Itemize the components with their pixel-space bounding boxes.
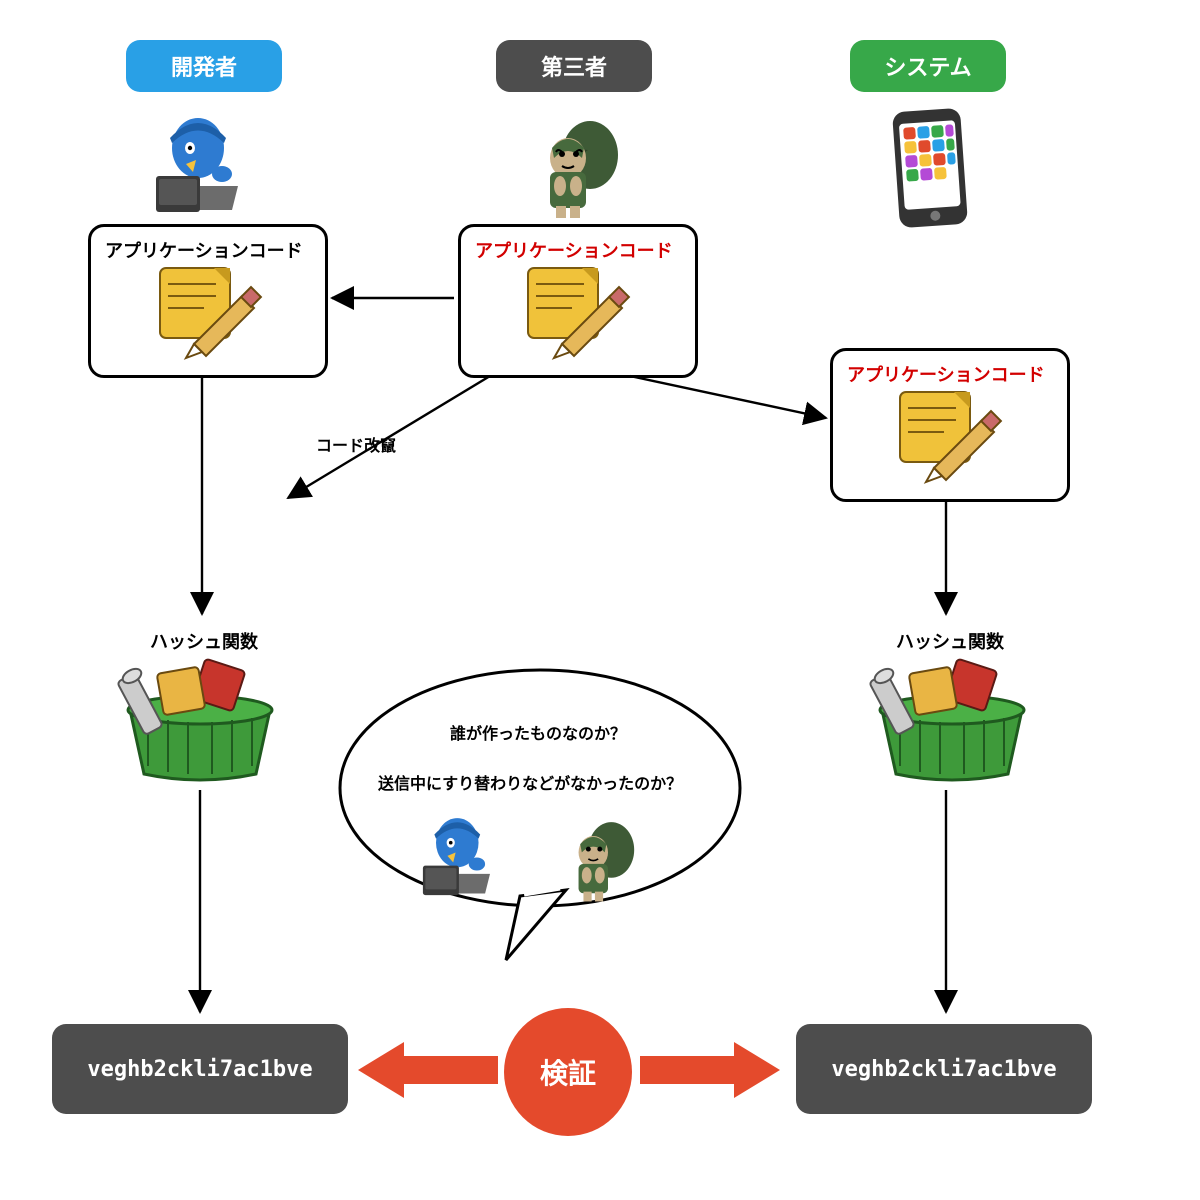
hash-left: veghb2ckli7ac1bve [52, 1024, 348, 1114]
hash-right: veghb2ckli7ac1bve [796, 1024, 1092, 1114]
speech-bubble [330, 658, 750, 968]
tamper-label: コード改竄 [316, 432, 396, 456]
bubble-line1: 誰が作ったものなのか？ [450, 720, 626, 744]
bubble-thief-icon [554, 804, 644, 904]
verify-circle: 検証 [504, 1008, 632, 1136]
bubble-line2: 送信中にすり替わりなどがなかったのか？ [378, 770, 682, 794]
verify-arrow-left [358, 1042, 498, 1098]
verify-arrow-right [640, 1042, 780, 1098]
bubble-developer-icon [418, 810, 508, 900]
